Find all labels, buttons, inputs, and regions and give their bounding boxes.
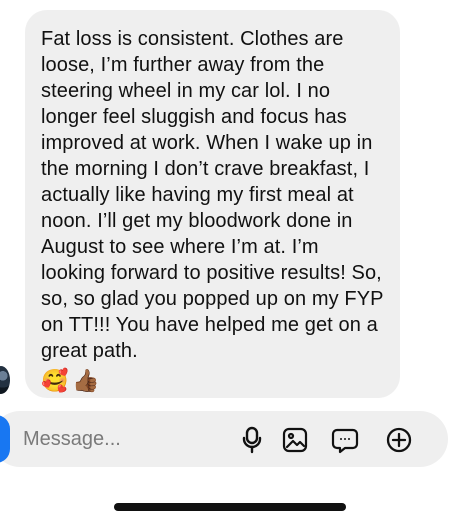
sticker-chat-icon bbox=[331, 428, 359, 454]
message-text: Fat loss is consistent. Clothes are loos… bbox=[41, 28, 384, 362]
home-indicator bbox=[114, 503, 346, 511]
smiling-face-with-hearts-emoji: 🥰 bbox=[41, 368, 69, 393]
chat-screen: Fat loss is consistent. Clothes are loos… bbox=[0, 0, 459, 522]
add-button[interactable] bbox=[384, 425, 414, 455]
sticker-button[interactable] bbox=[330, 425, 360, 455]
incoming-message-bubble: Fat loss is consistent. Clothes are loos… bbox=[25, 10, 400, 398]
gallery-button[interactable] bbox=[280, 425, 310, 455]
add-circle-icon bbox=[386, 427, 412, 453]
microphone-icon bbox=[242, 426, 262, 454]
voice-message-button[interactable] bbox=[237, 425, 267, 455]
camera-button[interactable] bbox=[0, 415, 10, 463]
thumbs-up-emoji: 👍🏾 bbox=[72, 368, 100, 393]
message-composer: Message... bbox=[0, 411, 448, 467]
message-input[interactable]: Message... bbox=[23, 427, 121, 451]
avatar[interactable] bbox=[0, 366, 10, 394]
message-emoji-row: 🥰 👍🏾 bbox=[41, 368, 384, 394]
image-gallery-icon bbox=[282, 427, 308, 453]
